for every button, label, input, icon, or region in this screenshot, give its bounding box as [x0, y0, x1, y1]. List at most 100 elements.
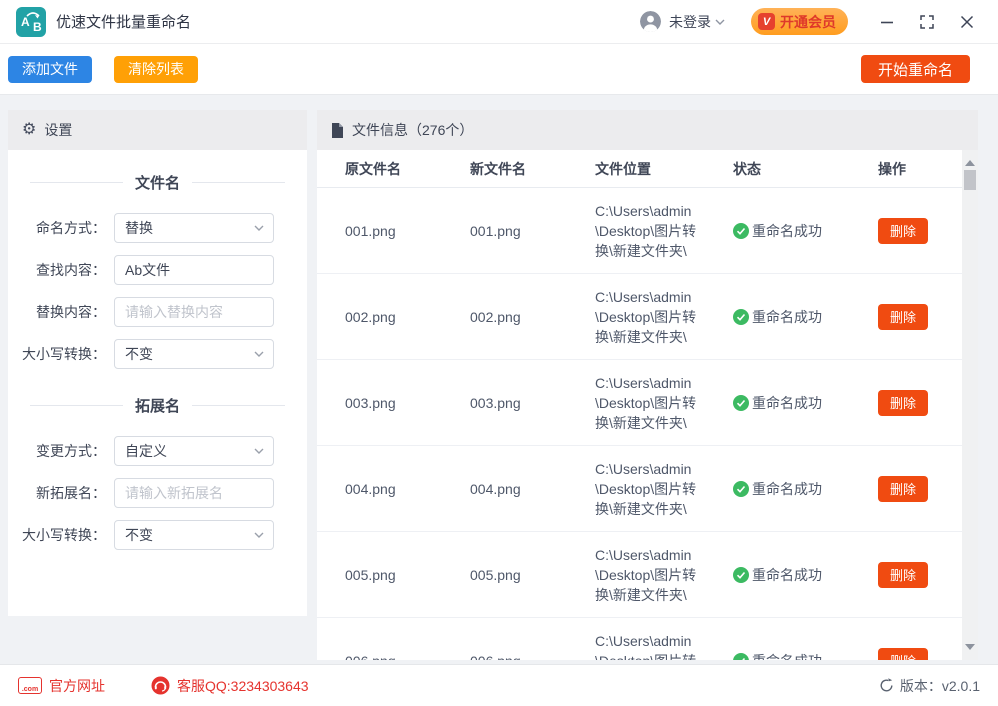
- maximize-icon: [920, 15, 934, 29]
- settings-form: 文件名 命名方式： 替换 查找内容： 替换内容：: [8, 172, 307, 550]
- start-rename-button[interactable]: 开始重命名: [861, 55, 970, 83]
- new-filename: 002.png: [470, 309, 595, 325]
- vip-button-label: 开通会员: [780, 12, 836, 32]
- table-row: 006.png 006.png C:\Users\admin\Desktop\图…: [317, 618, 962, 660]
- scrollbar-thumb[interactable]: [964, 170, 976, 190]
- official-website-label: 官方网址: [49, 676, 105, 696]
- replace-content-field: 替换内容：: [8, 297, 307, 327]
- old-filename: 001.png: [345, 223, 470, 239]
- chevron-down-icon: [715, 19, 725, 25]
- naming-method-select[interactable]: 替换: [114, 213, 274, 243]
- minimize-icon: [880, 15, 894, 29]
- filename-case-value: 不变: [114, 339, 274, 369]
- change-method-field: 变更方式： 自定义: [8, 436, 307, 466]
- settings-title: 设置: [44, 120, 72, 140]
- titlebar: A B 优速文件批量重命名 未登录 V 开通会员: [0, 0, 998, 44]
- main-area: ⚙ 设置 文件名 命名方式： 替换 查找内容：: [0, 96, 998, 664]
- settings-panel-header: ⚙ 设置: [8, 110, 307, 150]
- official-website-link[interactable]: .com 官方网址: [18, 676, 105, 696]
- clear-list-button[interactable]: 清除列表: [114, 56, 198, 83]
- new-extension-input[interactable]: [114, 478, 274, 508]
- file-path: C:\Users\admin\Desktop\图片转换\新建文件夹\: [595, 201, 733, 261]
- delete-button[interactable]: 删除: [878, 648, 928, 661]
- file-path: C:\Users\admin\Desktop\图片转换\新建文件夹\: [595, 287, 733, 347]
- delete-button[interactable]: 删除: [878, 304, 928, 330]
- refresh-icon[interactable]: [879, 678, 894, 693]
- delete-button[interactable]: 删除: [878, 218, 928, 244]
- find-content-input[interactable]: [114, 255, 274, 285]
- status-text: 重命名成功: [752, 479, 822, 499]
- change-method-label: 变更方式：: [8, 441, 114, 461]
- filename-case-select[interactable]: 不变: [114, 339, 274, 369]
- change-method-value: 自定义: [114, 436, 274, 466]
- success-check-icon: [733, 223, 749, 239]
- vertical-scrollbar[interactable]: [962, 150, 978, 660]
- delete-button[interactable]: 删除: [878, 562, 928, 588]
- file-path: C:\Users\admin\Desktop\图片转换\新建文件夹\: [595, 545, 733, 605]
- new-filename: 001.png: [470, 223, 595, 239]
- col-header-path: 文件位置: [595, 159, 733, 179]
- old-filename: 005.png: [345, 567, 470, 583]
- close-icon: [960, 15, 974, 29]
- add-files-button[interactable]: 添加文件: [8, 56, 92, 83]
- close-button[interactable]: [952, 7, 982, 37]
- col-header-action: 操作: [878, 159, 962, 179]
- change-method-select[interactable]: 自定义: [114, 436, 274, 466]
- new-filename: 003.png: [470, 395, 595, 411]
- extension-section-title: 拓展名: [8, 395, 307, 416]
- website-icon: .com: [18, 677, 42, 694]
- delete-button[interactable]: 删除: [878, 390, 928, 416]
- maximize-button[interactable]: [912, 7, 942, 37]
- file-table: 原文件名 新文件名 文件位置 状态 操作 001.png 001.png C:\…: [317, 150, 962, 660]
- vip-button[interactable]: V 开通会员: [751, 8, 848, 35]
- toolbar: 添加文件 清除列表 开始重命名: [0, 44, 998, 95]
- old-filename: 002.png: [345, 309, 470, 325]
- file-info-panel: 文件信息（276个） 原文件名 新文件名 文件位置 状态 操作 001.png …: [317, 110, 978, 660]
- action-cell: 删除: [878, 648, 962, 661]
- filename-case-label: 大小写转换：: [8, 344, 114, 364]
- action-cell: 删除: [878, 476, 962, 502]
- col-header-old: 原文件名: [345, 159, 470, 179]
- find-content-field: 查找内容：: [8, 255, 307, 285]
- success-check-icon: [733, 395, 749, 411]
- col-header-status: 状态: [733, 159, 878, 179]
- table-row: 003.png 003.png C:\Users\admin\Desktop\图…: [317, 360, 962, 446]
- delete-button[interactable]: 删除: [878, 476, 928, 502]
- new-filename: 006.png: [470, 653, 595, 661]
- replace-content-label: 替换内容：: [8, 302, 114, 322]
- settings-panel: ⚙ 设置 文件名 命名方式： 替换 查找内容：: [8, 110, 307, 616]
- status-text: 重命名成功: [752, 565, 822, 585]
- footer: .com 官方网址 客服QQ:3234303643 版本：v2.0.1: [0, 664, 998, 706]
- login-menu[interactable]: 未登录: [640, 11, 725, 32]
- customer-service-label: 客服QQ:3234303643: [177, 676, 309, 696]
- avatar-icon: [640, 11, 661, 32]
- naming-method-label: 命名方式：: [8, 218, 114, 238]
- status-text: 重命名成功: [752, 221, 822, 241]
- status-text: 重命名成功: [752, 393, 822, 413]
- chevron-down-icon: [254, 448, 264, 454]
- app-logo-icon: A B: [16, 7, 46, 37]
- minimize-button[interactable]: [872, 7, 902, 37]
- document-icon: [331, 123, 344, 138]
- status-cell: 重命名成功: [733, 221, 878, 241]
- extension-case-label: 大小写转换：: [8, 525, 114, 545]
- scrollbar-down-arrow[interactable]: [965, 644, 975, 655]
- extension-case-select[interactable]: 不变: [114, 520, 274, 550]
- version-info: 版本：v2.0.1: [879, 676, 980, 696]
- old-filename: 004.png: [345, 481, 470, 497]
- file-table-body: 001.png 001.png C:\Users\admin\Desktop\图…: [317, 188, 962, 660]
- customer-service-link[interactable]: 客服QQ:3234303643: [151, 676, 309, 696]
- app-title: 优速文件批量重命名: [56, 11, 191, 32]
- scrollbar-up-arrow[interactable]: [965, 155, 975, 166]
- status-text: 重命名成功: [752, 651, 822, 661]
- action-cell: 删除: [878, 562, 962, 588]
- old-filename: 003.png: [345, 395, 470, 411]
- find-content-label: 查找内容：: [8, 260, 114, 280]
- gear-icon: ⚙: [22, 122, 36, 138]
- file-path: C:\Users\admin\Desktop\图片转换\新建文件夹\: [595, 459, 733, 519]
- replace-content-input[interactable]: [114, 297, 274, 327]
- table-row: 001.png 001.png C:\Users\admin\Desktop\图…: [317, 188, 962, 274]
- status-cell: 重命名成功: [733, 393, 878, 413]
- success-check-icon: [733, 309, 749, 325]
- file-path: C:\Users\admin\Desktop\图片转换\新建文件夹\: [595, 631, 733, 661]
